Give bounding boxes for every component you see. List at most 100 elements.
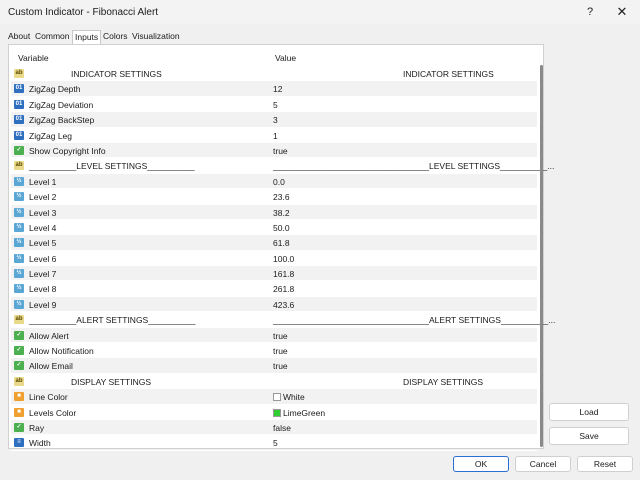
row-variable: Line Color [29, 392, 68, 403]
load-button[interactable]: Load [549, 403, 629, 421]
row-variable: Level 9 [29, 299, 57, 310]
window-title: Custom Indicator - Fibonacci Alert [8, 7, 159, 18]
header-variable[interactable]: Variable [18, 53, 49, 63]
header-value[interactable]: Value [275, 53, 296, 63]
row-value[interactable]: 0.0 [273, 177, 285, 187]
row-value[interactable]: _________________________________ALERT S… [273, 315, 555, 325]
row-value[interactable]: LimeGreen [273, 408, 325, 418]
bool-icon: ✓ [14, 145, 24, 155]
grid-row[interactable]: ab __________LEVEL SETTINGS__________ ____… [11, 158, 554, 174]
row-value[interactable]: true [273, 146, 288, 156]
row-value[interactable]: true [273, 346, 288, 356]
row-variable: Level 5 [29, 238, 57, 249]
grid-row[interactable]: 01 ZigZag Leg 1 [11, 128, 537, 143]
double-icon: ½ [14, 222, 24, 232]
int-icon: 01 [14, 99, 24, 109]
grid-row[interactable]: ■ Levels Color LimeGreen [11, 405, 537, 420]
grid-row[interactable]: ½ Level 9 423.6 [11, 296, 537, 313]
row-variable: ZigZag BackStep [29, 115, 95, 126]
tab-inputs[interactable]: Inputs [72, 30, 102, 44]
double-icon: ½ [14, 284, 24, 294]
grid-row[interactable]: ½ Level 3 38.2 [11, 204, 537, 220]
row-value[interactable]: true [273, 361, 288, 371]
grid-row[interactable]: ½ Level 7 161.8 [11, 266, 537, 282]
vertical-scrollbar[interactable] [539, 61, 545, 447]
row-value[interactable]: 50.0 [273, 223, 290, 233]
save-button[interactable]: Save [549, 427, 629, 445]
row-value[interactable]: 100.0 [273, 254, 294, 264]
tab-common[interactable]: Common [33, 30, 71, 44]
row-value-text: White [283, 392, 305, 403]
scrollbar-thumb[interactable] [540, 65, 543, 447]
row-variable: __________ALERT SETTINGS__________ [29, 315, 196, 326]
title-bar: Custom Indicator - Fibonacci Alert ? ✕ [0, 0, 640, 24]
ab-icon: ab [14, 376, 24, 386]
row-variable: Ray [29, 422, 45, 433]
bool-icon: ✓ [14, 361, 24, 371]
close-button[interactable]: ✕ [608, 2, 636, 22]
row-value[interactable]: 23.6 [273, 192, 290, 202]
tab-about[interactable]: About [6, 30, 32, 44]
double-icon: ½ [14, 299, 24, 309]
row-variable: Level 2 [29, 192, 57, 203]
width-icon: ≡ [14, 438, 24, 448]
row-variable: Allow Notification [29, 346, 94, 357]
ok-button[interactable]: OK [453, 456, 509, 472]
row-variable: Level 3 [29, 207, 57, 218]
grid-row[interactable]: 01 ZigZag Deviation 5 [11, 97, 537, 113]
row-value[interactable]: 5 [273, 438, 278, 448]
row-value[interactable]: 12 [273, 84, 282, 94]
grid-row[interactable]: ½ Level 2 23.6 [11, 189, 537, 205]
grid-row[interactable]: ½ Level 6 100.0 [11, 251, 537, 267]
grid-row[interactable]: ≡ Width 5 [11, 435, 537, 451]
grid-row[interactable]: ✓ Allow Notification true [11, 343, 537, 359]
grid-row[interactable]: ab INDICATOR SETTINGS INDICATOR SETTINGS [11, 66, 537, 82]
row-value[interactable]: 261.8 [273, 284, 294, 294]
row-value[interactable]: 423.6 [273, 300, 294, 310]
inputs-grid: ab INDICATOR SETTINGS INDICATOR SETTINGS 01… [11, 66, 555, 451]
grid-row[interactable]: ab DISPLAY SETTINGS DISPLAY SETTINGS [11, 374, 537, 390]
row-value[interactable]: 161.8 [273, 269, 294, 279]
double-icon: ½ [14, 238, 24, 248]
grid-header: Variable Value [9, 51, 537, 65]
grid-row[interactable]: ½ Level 1 0.0 [11, 173, 537, 190]
row-value[interactable]: 61.8 [273, 238, 290, 248]
row-value[interactable]: White [273, 392, 305, 402]
tab-colors[interactable]: Colors [101, 30, 130, 44]
row-value[interactable]: false [273, 423, 291, 433]
grid-row[interactable]: ■ Line Color White [11, 389, 537, 405]
row-value[interactable]: 3 [273, 115, 278, 125]
grid-row[interactable]: 01 ZigZag Depth 12 [11, 81, 537, 97]
double-icon: ½ [14, 192, 24, 202]
reset-button[interactable]: Reset [577, 456, 633, 472]
row-variable: __________LEVEL SETTINGS__________ [29, 161, 195, 172]
grid-row[interactable]: ½ Level 8 261.8 [11, 281, 537, 297]
help-button[interactable]: ? [576, 2, 604, 22]
int-icon: 01 [14, 84, 24, 94]
row-value[interactable]: 5 [273, 100, 278, 110]
row-value[interactable]: 1 [273, 131, 278, 141]
row-value[interactable]: true [273, 331, 288, 341]
row-variable: Level 4 [29, 222, 57, 233]
row-variable: ZigZag Depth [29, 84, 81, 95]
row-value[interactable]: 38.2 [273, 208, 290, 218]
row-variable: ZigZag Leg [29, 130, 72, 141]
color-swatch [273, 393, 281, 402]
cancel-button[interactable]: Cancel [515, 456, 571, 472]
row-value[interactable]: _________________________________LEVEL S… [273, 161, 554, 171]
grid-row[interactable]: ½ Level 4 50.0 [11, 220, 537, 236]
grid-row[interactable]: ✓ Show Copyright Info true [11, 142, 537, 159]
grid-row[interactable]: ✓ Allow Alert true [11, 327, 537, 344]
grid-row[interactable]: 01 ZigZag BackStep 3 [11, 112, 537, 128]
int-icon: 01 [14, 130, 24, 140]
tab-visualization[interactable]: Visualization [130, 30, 182, 44]
row-value-section: DISPLAY SETTINGS [403, 376, 483, 387]
bool-icon: ✓ [14, 422, 24, 432]
row-variable: ZigZag Deviation [29, 99, 94, 110]
grid-row[interactable]: ✓ Allow Email true [11, 358, 537, 374]
double-icon: ½ [14, 253, 24, 263]
ab-icon: ab [14, 161, 24, 171]
grid-row[interactable]: ab __________ALERT SETTINGS__________ ____… [11, 312, 555, 328]
grid-row[interactable]: ✓ Ray false [11, 419, 537, 436]
grid-row[interactable]: ½ Level 5 61.8 [11, 235, 537, 251]
